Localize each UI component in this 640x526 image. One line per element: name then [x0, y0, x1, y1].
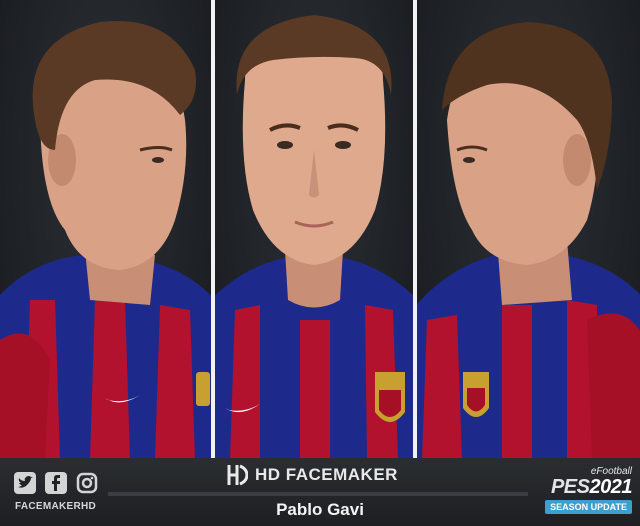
- social-links: [14, 472, 98, 494]
- instagram-icon[interactable]: [76, 472, 98, 494]
- game-title: PES2021: [550, 476, 633, 498]
- right-profile-view: [417, 0, 640, 458]
- season-badge: SEASON UPDATE: [545, 500, 632, 514]
- brand-logo: HD FACEMAKER: [226, 463, 398, 487]
- game-logo: eFootball PES2021 SEASON UPDATE: [538, 466, 632, 515]
- facebook-icon[interactable]: [45, 472, 67, 494]
- footer-divider: [108, 492, 528, 496]
- left-profile-view: [0, 0, 211, 458]
- twitter-icon[interactable]: [14, 472, 36, 494]
- player-views: [0, 0, 640, 458]
- brand-name: HD FACEMAKER: [255, 465, 398, 484]
- hd-logo-icon: [226, 463, 248, 487]
- front-view: [215, 0, 413, 458]
